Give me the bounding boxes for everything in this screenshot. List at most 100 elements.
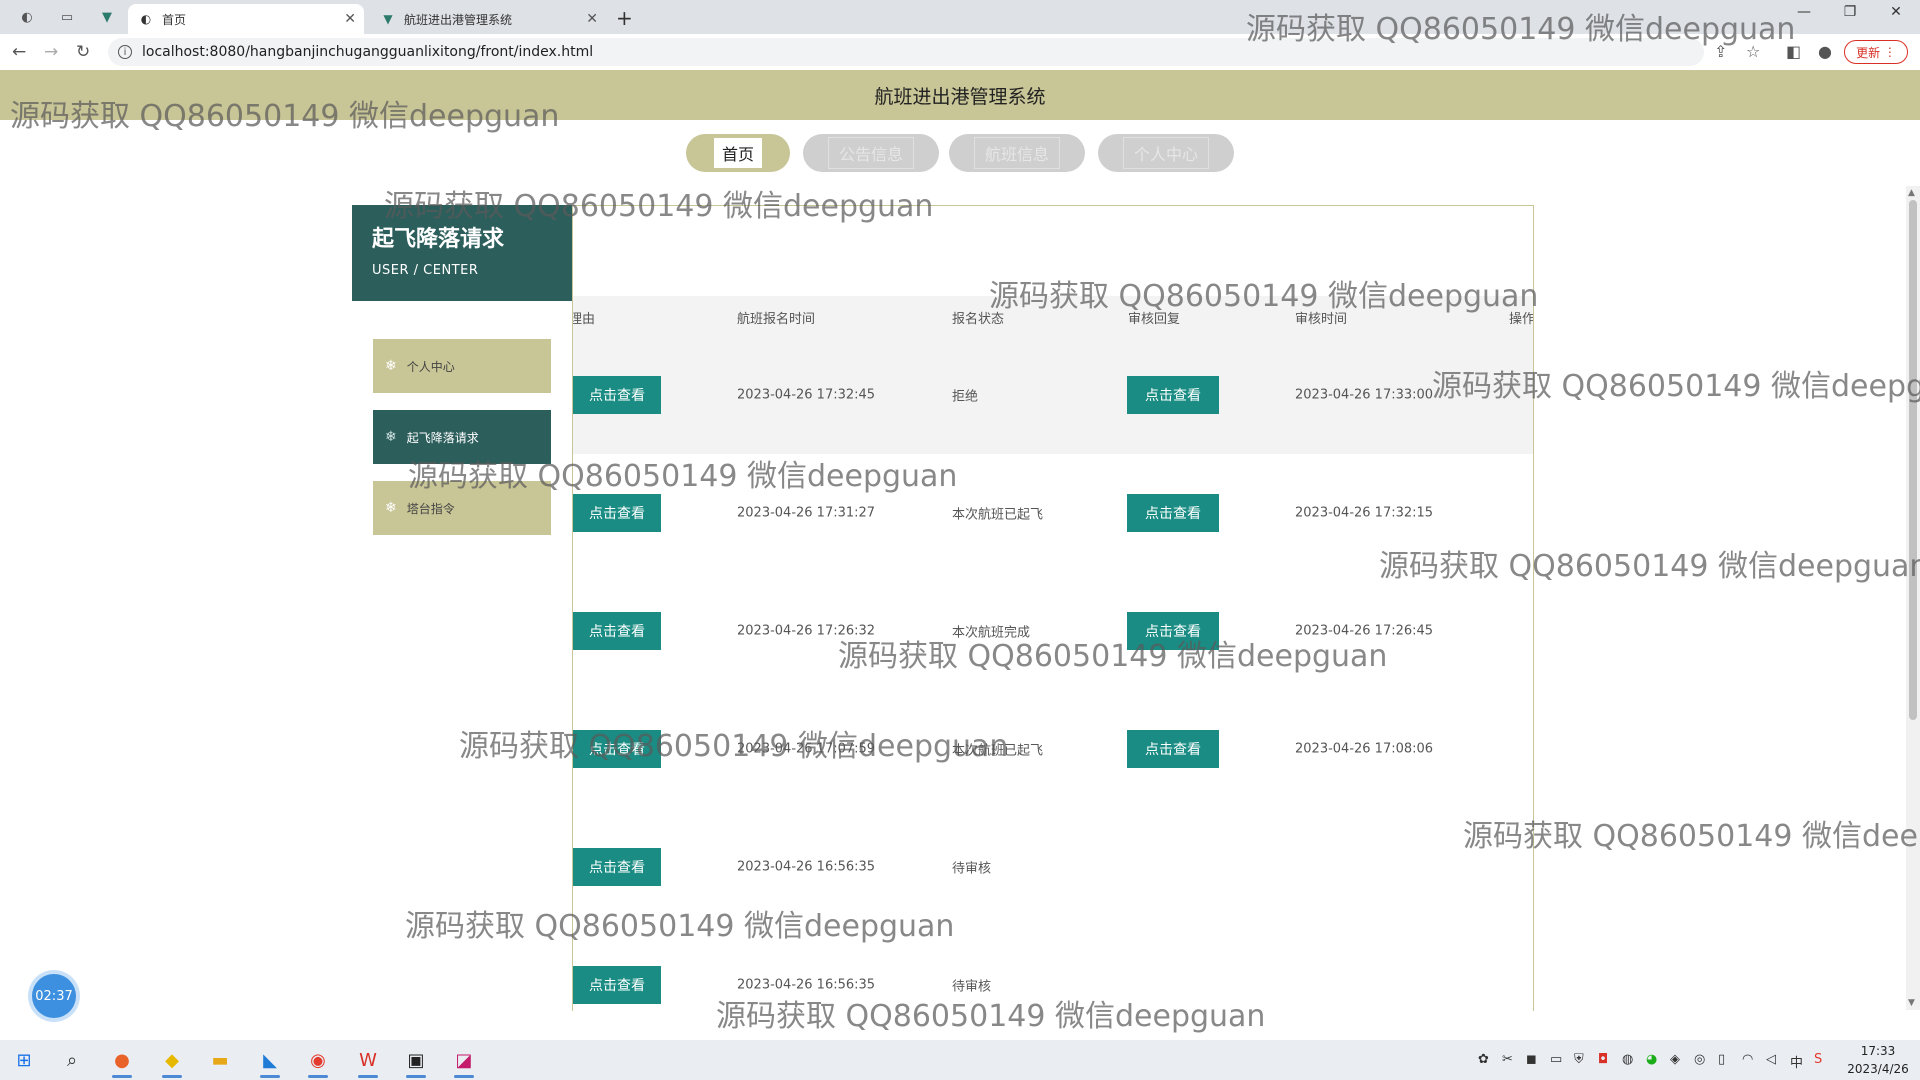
url-text[interactable]: localhost:8080/hangbanjinchugangguanlixi… bbox=[142, 44, 593, 60]
browser-tab-strip: ◐ ▭ ▼ ◐ 首页 ✕ ▼ 航班进出港管理系统 ✕ + — ❐ ✕ bbox=[0, 0, 1920, 34]
tray-app-icon[interactable]: ✂ bbox=[1502, 1052, 1513, 1067]
scrollbar-thumb[interactable] bbox=[1909, 200, 1917, 720]
tray-app-icon[interactable]: ◼ bbox=[1526, 1052, 1537, 1067]
tray-sogou-icon[interactable]: S bbox=[1814, 1052, 1822, 1067]
table-header: 理由 航班报名时间 报名状态 审核回复 审核时间 操作 bbox=[573, 296, 1533, 336]
globe-icon: ◐ bbox=[140, 12, 152, 26]
volume-icon[interactable]: ◁ bbox=[1766, 1052, 1776, 1067]
side-panel-icon[interactable]: ◧ bbox=[1786, 42, 1801, 61]
tray-app-icon[interactable]: ◎ bbox=[1694, 1052, 1705, 1067]
tray-app-icon[interactable]: ◍ bbox=[1622, 1052, 1633, 1067]
browser-tab-home[interactable]: ◐ 首页 ✕ bbox=[128, 4, 364, 34]
update-button[interactable]: 更新 ⋮ bbox=[1844, 40, 1908, 64]
view-reply-button[interactable]: 点击查看 bbox=[1127, 494, 1219, 532]
tray-folder-icon[interactable]: ▭ bbox=[1550, 1052, 1562, 1067]
file-explorer-icon[interactable]: ▬ bbox=[204, 1046, 236, 1074]
firefox-icon[interactable]: ● bbox=[106, 1046, 138, 1078]
browser-tab-system[interactable]: ▼ 航班进出港管理系统 ✕ bbox=[370, 4, 606, 34]
apply-time-cell: 2023-04-26 17:26:32 bbox=[737, 623, 876, 639]
close-tab-icon[interactable]: ✕ bbox=[586, 11, 598, 27]
status-cell: 本次航班已起飞 bbox=[952, 507, 1044, 523]
review-time-cell: 2023-04-26 17:32:15 bbox=[1295, 505, 1434, 521]
nav-home[interactable]: 首页 bbox=[686, 134, 790, 172]
close-tab-icon[interactable]: ✕ bbox=[344, 11, 356, 27]
vscode-icon[interactable]: ◣ bbox=[254, 1046, 286, 1078]
tray-battery-icon[interactable]: ▯ bbox=[1718, 1052, 1725, 1067]
nav-flights-label: 航班信息 bbox=[973, 137, 1060, 169]
intellij-icon[interactable]: ◪ bbox=[448, 1046, 480, 1078]
view-reason-button[interactable]: 点击查看 bbox=[573, 848, 661, 886]
apply-time-cell: 2023-04-26 17:32:45 bbox=[737, 387, 876, 403]
apply-time-cell: 2023-04-26 16:56:35 bbox=[737, 977, 876, 993]
browser-tab-title: 首页 bbox=[162, 12, 187, 27]
sidebar-item-takeoff-landing[interactable]: ❄ 起飞降落请求 bbox=[373, 410, 551, 464]
bookmark-star-icon[interactable]: ☆ bbox=[1746, 42, 1760, 61]
table-row: 点击查看 2023-04-26 17:26:32 本次航班完成 点击查看 202… bbox=[573, 572, 1533, 690]
nav-announcements[interactable]: 公告信息 bbox=[803, 134, 939, 172]
new-tab-button[interactable]: + bbox=[616, 6, 633, 30]
snowflake-icon: ❄ bbox=[385, 429, 397, 445]
wps-icon[interactable]: W bbox=[352, 1046, 384, 1078]
start-windows-icon[interactable]: ⊞ bbox=[8, 1046, 40, 1074]
sidebar-title-block: 起飞降落请求 USER / CENTER bbox=[352, 205, 572, 301]
header-actions: 操作 bbox=[1509, 312, 1534, 327]
view-reply-button[interactable]: 点击查看 bbox=[1127, 612, 1219, 650]
forward-icon[interactable]: → bbox=[44, 42, 58, 62]
view-reason-button[interactable]: 点击查看 bbox=[573, 966, 661, 1004]
recording-timer[interactable]: 02:37 bbox=[32, 974, 76, 1018]
site-info-icon[interactable]: i bbox=[118, 45, 132, 59]
scroll-down-icon[interactable]: ▼ bbox=[1908, 998, 1915, 1008]
chrome-icon[interactable]: ◉ bbox=[302, 1046, 334, 1078]
status-cell: 待审核 bbox=[952, 979, 992, 995]
address-bar[interactable]: i localhost:8080/hangbanjinchugangguanli… bbox=[108, 38, 1704, 66]
view-reason-button[interactable]: 点击查看 bbox=[573, 494, 661, 532]
view-reply-button[interactable]: 点击查看 bbox=[1127, 376, 1219, 414]
share-icon[interactable]: ⇪ bbox=[1714, 42, 1727, 61]
pinned-tab-vue-icon[interactable]: ▼ bbox=[92, 6, 122, 28]
tray-app-icon[interactable]: ◘ bbox=[1598, 1052, 1608, 1067]
nav-flights[interactable]: 航班信息 bbox=[949, 134, 1085, 172]
table-row: 点击查看 2023-04-26 16:56:35 待审核 bbox=[573, 808, 1533, 926]
table-row: 点击查看 2023-04-26 16:56:35 待审核 bbox=[573, 926, 1533, 1011]
header-reason: 理由 bbox=[573, 312, 596, 327]
tray-wechat-icon[interactable]: ◕ bbox=[1646, 1052, 1657, 1067]
sidebar-title: 起飞降落请求 bbox=[372, 227, 505, 252]
tray-app-icon[interactable]: ◈ bbox=[1670, 1052, 1680, 1067]
scroll-up-icon[interactable]: ▲ bbox=[1908, 188, 1915, 198]
taskbar-clock[interactable]: 17:33 2023/4/26 bbox=[1838, 1042, 1918, 1078]
nav-announcements-label: 公告信息 bbox=[827, 137, 914, 169]
tray-app-icon[interactable]: ✿ bbox=[1478, 1052, 1489, 1067]
update-label: 更新 bbox=[1856, 45, 1881, 60]
request-table-panel: 理由 航班报名时间 报名状态 审核回复 审核时间 操作 点击查看 2023-04… bbox=[572, 205, 1534, 1011]
apply-time-cell: 2023-04-26 16:56:35 bbox=[737, 859, 876, 875]
header-review-time: 审核时间 bbox=[1295, 312, 1348, 327]
tray-shield-icon[interactable]: ⛨ bbox=[1574, 1052, 1584, 1067]
browser-toolbar: ← → ↻ i localhost:8080/hangbanjinchugang… bbox=[0, 34, 1920, 71]
minimize-icon[interactable]: — bbox=[1784, 4, 1824, 20]
reload-icon[interactable]: ↻ bbox=[76, 42, 90, 62]
search-icon[interactable]: ⌕ bbox=[56, 1046, 88, 1074]
chat-app-icon[interactable]: ◆ bbox=[156, 1046, 188, 1078]
profile-icon[interactable]: ● bbox=[1818, 42, 1832, 61]
restore-icon[interactable]: ❐ bbox=[1830, 4, 1870, 20]
clock-time: 17:33 bbox=[1860, 1044, 1896, 1058]
wifi-icon[interactable]: ◠ bbox=[1742, 1052, 1753, 1067]
pinned-tab-icon[interactable]: ◐ bbox=[12, 6, 42, 28]
ime-indicator[interactable]: 中 bbox=[1790, 1052, 1803, 1071]
sidebar-item-personal-center[interactable]: ❄ 个人中心 bbox=[373, 339, 551, 393]
window-close-icon[interactable]: ✕ bbox=[1876, 4, 1916, 20]
view-reason-button[interactable]: 点击查看 bbox=[573, 730, 661, 768]
back-icon[interactable]: ← bbox=[12, 42, 26, 62]
terminal-icon[interactable]: ▣ bbox=[400, 1046, 432, 1078]
sidebar-item-tower-command[interactable]: ❄ 塔台指令 bbox=[373, 481, 551, 535]
nav-personal-center[interactable]: 个人中心 bbox=[1098, 134, 1234, 172]
nav-personal-center-label: 个人中心 bbox=[1122, 137, 1209, 169]
page-scrollbar[interactable]: ▲ ▼ bbox=[1906, 186, 1920, 1010]
pinned-tab-blank-icon[interactable]: ▭ bbox=[52, 6, 82, 28]
status-cell: 拒绝 bbox=[952, 389, 979, 405]
view-reason-button[interactable]: 点击查看 bbox=[573, 612, 661, 650]
view-reply-button[interactable]: 点击查看 bbox=[1127, 730, 1219, 768]
view-reason-button[interactable]: 点击查看 bbox=[573, 376, 661, 414]
snowflake-icon: ❄ bbox=[385, 358, 397, 374]
sidebar-item-label: 起飞降落请求 bbox=[406, 430, 479, 445]
